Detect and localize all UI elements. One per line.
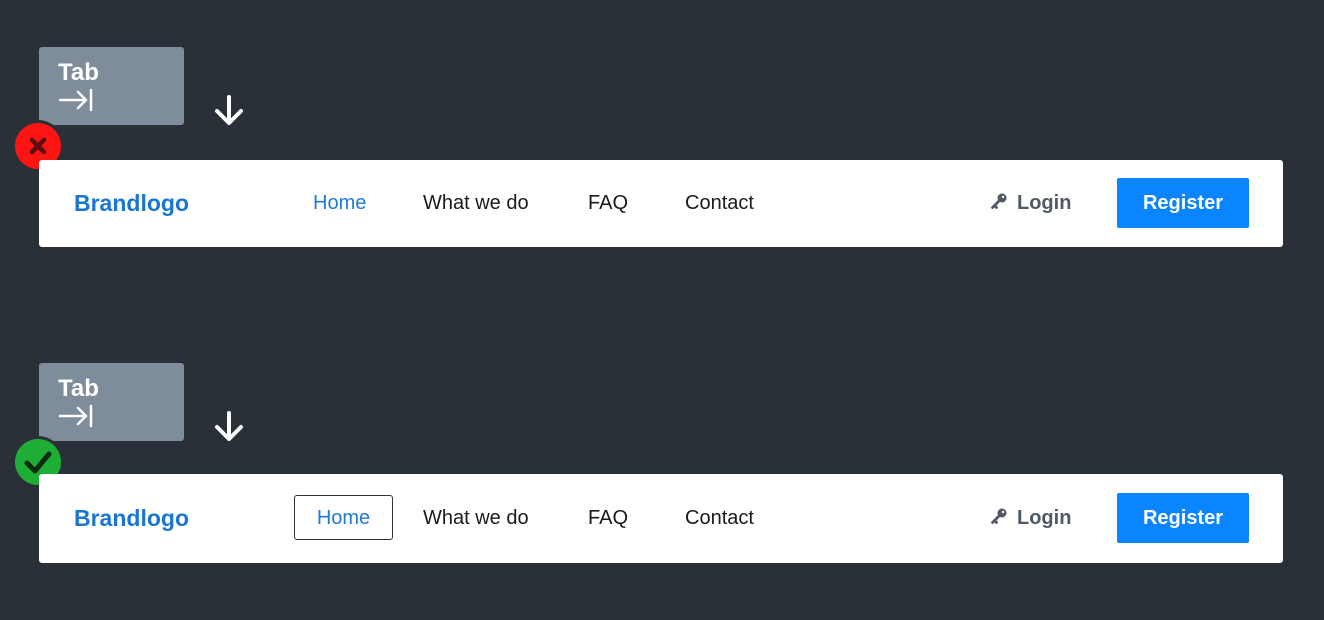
brand-logo[interactable]: Brandlogo bbox=[74, 160, 189, 247]
brand-logo[interactable]: Brandlogo bbox=[74, 474, 189, 563]
nav-link-faq[interactable]: FAQ bbox=[588, 160, 628, 247]
login-label: Login bbox=[1017, 507, 1072, 529]
navbar: Brandlogo Home What we do FAQ Contact Lo… bbox=[39, 160, 1283, 247]
nav-link-what-we-do[interactable]: What we do bbox=[423, 160, 529, 247]
key-icon bbox=[991, 193, 1007, 209]
login-link[interactable]: Login bbox=[990, 160, 1071, 247]
login-label: Login bbox=[1017, 192, 1072, 214]
key-icon bbox=[991, 508, 1007, 524]
register-button[interactable]: Register bbox=[1117, 493, 1249, 543]
register-button[interactable]: Register bbox=[1117, 178, 1249, 228]
arrow-down-icon bbox=[215, 411, 243, 441]
arrow-down-icon bbox=[215, 95, 243, 125]
tab-key-label: Tab bbox=[58, 375, 99, 402]
nav-link-home[interactable]: Home bbox=[313, 160, 366, 247]
navbar: Brandlogo Home What we do FAQ Contact Lo… bbox=[39, 474, 1283, 563]
tab-key: Tab bbox=[39, 47, 184, 125]
tab-key-label: Tab bbox=[58, 59, 99, 86]
nav-link-home[interactable]: Home bbox=[294, 495, 393, 540]
nav-link-contact[interactable]: Contact bbox=[685, 474, 754, 563]
login-link[interactable]: Login bbox=[990, 474, 1071, 563]
tab-arrow-icon bbox=[58, 404, 93, 428]
nav-link-what-we-do[interactable]: What we do bbox=[423, 474, 529, 563]
tab-key: Tab bbox=[39, 363, 184, 441]
tab-arrow-icon bbox=[58, 88, 93, 112]
nav-link-contact[interactable]: Contact bbox=[685, 160, 754, 247]
nav-link-faq[interactable]: FAQ bbox=[588, 474, 628, 563]
